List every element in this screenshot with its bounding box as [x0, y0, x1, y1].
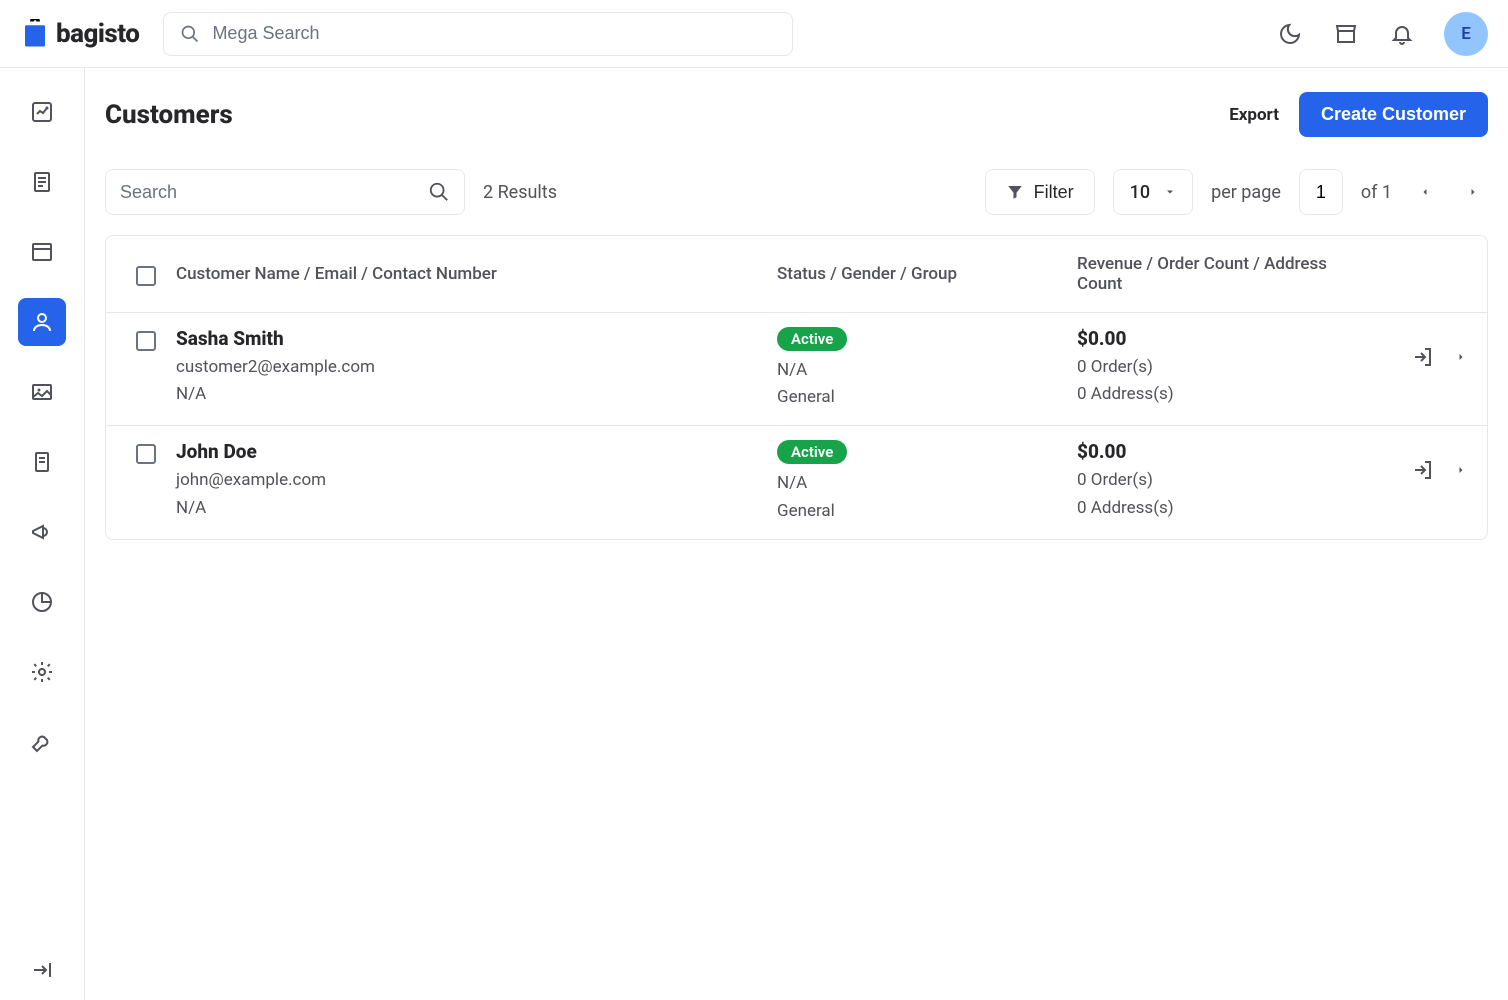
bell-icon: [1390, 22, 1414, 46]
darkmode-toggle[interactable]: [1276, 20, 1304, 48]
customer-email: john@example.com: [176, 467, 777, 494]
store-link[interactable]: [1332, 20, 1360, 48]
customer-gender: N/A: [777, 357, 1077, 384]
customer-name: John Doe: [176, 440, 777, 463]
chevron-right-icon: [1455, 351, 1467, 363]
image-icon: [30, 380, 54, 404]
table-header: Customer Name / Email / Contact Number S…: [106, 236, 1487, 313]
avatar-initial: E: [1461, 24, 1471, 44]
pie-icon: [30, 590, 54, 614]
sidebar-item-configure[interactable]: [18, 718, 66, 766]
login-icon: [1411, 345, 1435, 369]
caret-down-icon: [1164, 186, 1176, 198]
revenue-amount: $0.00: [1077, 440, 1357, 463]
customer-group: General: [777, 384, 1077, 411]
sidebar-item-marketing[interactable]: [18, 438, 66, 486]
customer-email: customer2@example.com: [176, 354, 777, 381]
chevron-right-icon: [1467, 186, 1479, 198]
notifications[interactable]: [1388, 20, 1416, 48]
login-as-customer[interactable]: [1411, 345, 1435, 369]
collapse-icon: [30, 958, 54, 982]
mega-search-input[interactable]: [212, 23, 776, 44]
perpage-select[interactable]: 10: [1113, 169, 1193, 215]
order-count: 0 Order(s): [1077, 354, 1357, 381]
order-count: 0 Order(s): [1077, 467, 1357, 494]
view-customer[interactable]: [1455, 464, 1467, 476]
search-box[interactable]: [105, 169, 465, 215]
next-page[interactable]: [1458, 177, 1488, 207]
export-button[interactable]: Export: [1229, 105, 1279, 125]
toolbar: 2 Results Filter 10 per page of 1: [105, 169, 1488, 215]
login-icon: [1411, 458, 1435, 482]
receipt-icon: [30, 450, 54, 474]
chevron-right-icon: [1455, 464, 1467, 476]
page-input[interactable]: [1299, 169, 1343, 215]
col-revenue[interactable]: Revenue / Order Count / Address Count: [1077, 254, 1357, 294]
filter-button[interactable]: Filter: [985, 169, 1095, 215]
sidebar-item-catalog[interactable]: [18, 228, 66, 276]
brand-name: bagisto: [56, 19, 139, 49]
status-badge: Active: [777, 440, 847, 464]
sidebar-item-dashboard[interactable]: [18, 88, 66, 136]
moon-icon: [1278, 22, 1302, 46]
chart-up-icon: [30, 100, 54, 124]
search-icon: [428, 181, 450, 203]
prev-page[interactable]: [1410, 177, 1440, 207]
select-all-checkbox[interactable]: [136, 266, 156, 286]
sidebar-item-promotions[interactable]: [18, 508, 66, 556]
col-name[interactable]: Customer Name / Email / Contact Number: [176, 264, 777, 284]
sidebar-item-customers[interactable]: [18, 298, 66, 346]
sidebar-collapse[interactable]: [0, 958, 84, 982]
megaphone-icon: [30, 520, 54, 544]
perpage-value: 10: [1130, 182, 1150, 203]
storefront-icon: [1334, 22, 1358, 46]
sidebar-item-cms[interactable]: [18, 368, 66, 416]
perpage-label: per page: [1211, 182, 1281, 203]
customer-contact: N/A: [176, 495, 777, 522]
chevron-left-icon: [1419, 186, 1431, 198]
results-count: 2 Results: [483, 182, 557, 203]
row-checkbox[interactable]: [136, 331, 156, 351]
user-icon theme-icon: [30, 310, 54, 334]
customer-gender: N/A: [777, 470, 1077, 497]
sidebar: [0, 68, 85, 1000]
gear-icon: [30, 660, 54, 684]
address-count: 0 Address(s): [1077, 381, 1357, 408]
bag-icon: [20, 19, 50, 49]
topbar: bagisto E: [0, 0, 1508, 68]
of-label: of 1: [1361, 182, 1392, 203]
sidebar-item-sales[interactable]: [18, 158, 66, 206]
customer-contact: N/A: [176, 381, 777, 408]
row-checkbox[interactable]: [136, 444, 156, 464]
login-as-customer[interactable]: [1411, 458, 1435, 482]
revenue-amount: $0.00: [1077, 327, 1357, 350]
address-count: 0 Address(s): [1077, 495, 1357, 522]
funnel-icon: [1006, 183, 1024, 201]
user-avatar[interactable]: E: [1444, 12, 1488, 56]
topbar-icons: E: [1276, 12, 1488, 56]
filter-label: Filter: [1034, 182, 1074, 203]
sidebar-item-reporting[interactable]: [18, 578, 66, 626]
table-row: Sasha Smith customer2@example.com N/A Ac…: [106, 313, 1487, 426]
search-input[interactable]: [120, 182, 418, 203]
page-actions: Export Create Customer: [1229, 92, 1488, 137]
status-badge: Active: [777, 327, 847, 351]
wrench-icon: [30, 730, 54, 754]
mega-search[interactable]: [163, 12, 793, 56]
table-row: John Doe john@example.com N/A Active N/A…: [106, 426, 1487, 538]
customer-name: Sasha Smith: [176, 327, 777, 350]
sidebar-item-settings[interactable]: [18, 648, 66, 696]
view-customer[interactable]: [1455, 351, 1467, 363]
customer-group: General: [777, 498, 1077, 525]
page-title: Customers: [105, 100, 233, 130]
document-icon: [30, 170, 54, 194]
page-header: Customers Export Create Customer: [105, 92, 1488, 137]
content: Customers Export Create Customer 2 Resul…: [85, 68, 1508, 1000]
window-icon: [30, 240, 54, 264]
create-customer-button[interactable]: Create Customer: [1299, 92, 1488, 137]
search-icon: [180, 24, 200, 44]
col-status[interactable]: Status / Gender / Group: [777, 264, 1077, 284]
brand-logo[interactable]: bagisto: [20, 19, 139, 49]
customers-table: Customer Name / Email / Contact Number S…: [105, 235, 1488, 540]
